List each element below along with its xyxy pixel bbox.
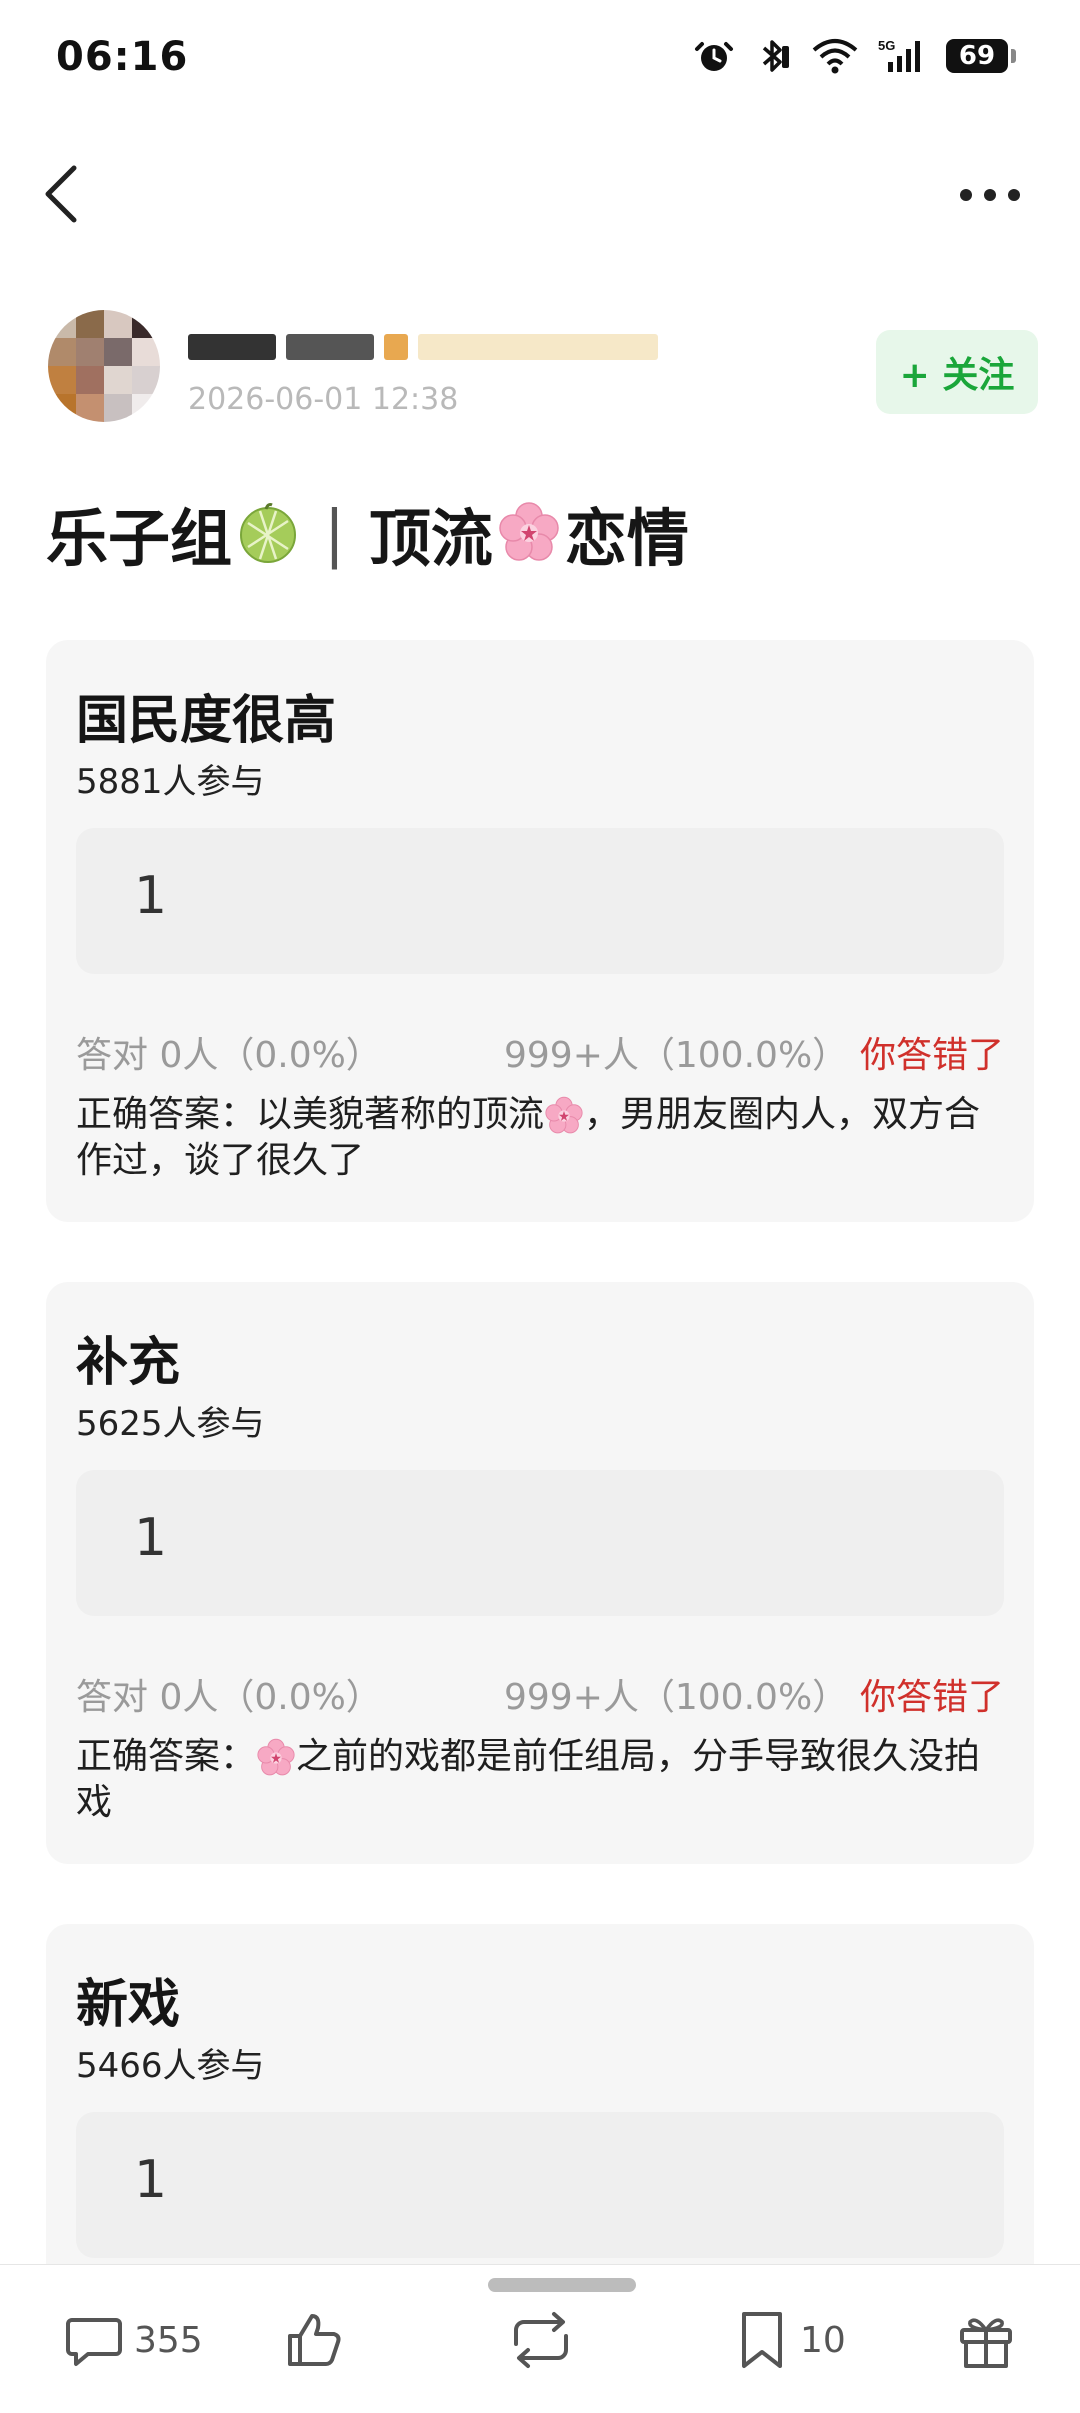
like-button[interactable] bbox=[282, 2305, 346, 2375]
author-row: 2026-06-01 12:38 + 关注 bbox=[48, 310, 1038, 430]
title-part1: 乐子组 bbox=[46, 502, 233, 575]
comment-button[interactable]: 355 bbox=[64, 2305, 203, 2375]
correct-answer: 正确答案： 之前的戏都是前任组局，分手导致很久没拍戏 bbox=[76, 1734, 996, 1826]
quiz-stats: 答对 0人（0.0%） 999+人（100.0%） 你答错了 bbox=[76, 1026, 1004, 1078]
quiz-stats: 答对 0人（0.0%） 999+人（100.0%） 你答错了 bbox=[76, 1668, 1004, 1720]
melon-icon bbox=[240, 503, 297, 563]
bookmark-button[interactable]: 10 bbox=[734, 2305, 846, 2375]
quiz-title: 国民度很高 bbox=[76, 691, 337, 751]
flower-icon bbox=[545, 1096, 583, 1134]
drag-handle[interactable] bbox=[488, 2278, 636, 2292]
like-icon bbox=[288, 2314, 341, 2366]
author-name-redacted[interactable] bbox=[188, 326, 658, 368]
result-label: 你答错了 bbox=[859, 1035, 1004, 1076]
quiz-participants: 5625人参与 bbox=[76, 1404, 265, 1444]
more-button[interactable] bbox=[950, 170, 1030, 220]
comment-count: 355 bbox=[134, 2319, 203, 2361]
top-nav bbox=[0, 150, 1080, 240]
quiz-participants: 5881人参与 bbox=[76, 762, 265, 802]
repost-icon bbox=[514, 2312, 568, 2368]
quiz-option-label: 1 bbox=[134, 866, 168, 926]
chosen-stat: 999+人（100.0%） bbox=[504, 1035, 849, 1076]
quiz-title: 补充 bbox=[76, 1333, 181, 1393]
svg-text:5G: 5G bbox=[878, 38, 895, 53]
flower-icon bbox=[257, 1738, 295, 1776]
quiz-title: 新戏 bbox=[76, 1975, 181, 2035]
gift-button[interactable] bbox=[956, 2305, 1016, 2375]
bluetooth-icon bbox=[762, 40, 789, 72]
follow-button[interactable]: + 关注 bbox=[876, 330, 1038, 414]
status-icons: 5G 69 bbox=[694, 36, 1016, 76]
correct-stat: 答对 0人（0.0%） bbox=[76, 1677, 382, 1718]
bookmark-icon bbox=[742, 2312, 782, 2368]
comment-icon bbox=[66, 2318, 122, 2366]
post-date: 2026-06-01 12:38 bbox=[188, 382, 459, 417]
title-part3: 恋情 bbox=[564, 502, 689, 575]
quiz-card: 补充 5625人参与 1 答对 0人（0.0%） 999+人（100.0%） 你… bbox=[46, 1282, 1034, 1864]
wifi-icon bbox=[812, 39, 858, 74]
status-bar: 06:16 5G 69 bbox=[0, 0, 1080, 120]
quiz-option-label: 1 bbox=[134, 1508, 168, 1568]
gift-icon bbox=[960, 2318, 1012, 2368]
status-time: 06:16 bbox=[56, 34, 189, 80]
quiz-option[interactable]: 1 bbox=[76, 2112, 1004, 2258]
flower-icon bbox=[499, 502, 559, 561]
chosen-stat: 999+人（100.0%） bbox=[504, 1677, 849, 1718]
title-separator: | bbox=[324, 496, 345, 570]
back-icon bbox=[45, 165, 77, 223]
avatar[interactable] bbox=[48, 310, 160, 422]
answer-prefix: 正确答案： bbox=[76, 1736, 257, 1777]
correct-stat: 答对 0人（0.0%） bbox=[76, 1035, 382, 1076]
bookmark-count: 10 bbox=[800, 2319, 846, 2361]
answer-prefix: 正确答案：以美貌著称的顶流 bbox=[76, 1094, 545, 1135]
quiz-option[interactable]: 1 bbox=[76, 1470, 1004, 1616]
correct-answer: 正确答案：以美貌著称的顶流 ，男朋友圈内人，双方合作过，谈了很久了 bbox=[76, 1092, 996, 1184]
result-label: 你答错了 bbox=[859, 1677, 1004, 1718]
battery-indicator: 69 bbox=[946, 39, 1016, 73]
quiz-option-label: 1 bbox=[134, 2150, 168, 2210]
title-part2: 顶流 bbox=[368, 502, 493, 575]
back-button[interactable] bbox=[34, 158, 94, 230]
quiz-option[interactable]: 1 bbox=[76, 828, 1004, 974]
battery-level: 69 bbox=[958, 41, 996, 71]
post-title: 乐子组 | 顶流 恋情 bbox=[46, 488, 689, 578]
quiz-participants: 5466人参与 bbox=[76, 2046, 265, 2086]
alarm-icon bbox=[695, 42, 733, 71]
more-icon bbox=[960, 189, 1020, 201]
quiz-card: 国民度很高 5881人参与 1 答对 0人（0.0%） 999+人（100.0%… bbox=[46, 640, 1034, 1222]
repost-button[interactable] bbox=[506, 2305, 576, 2375]
signal-icon: 5G bbox=[878, 38, 920, 72]
